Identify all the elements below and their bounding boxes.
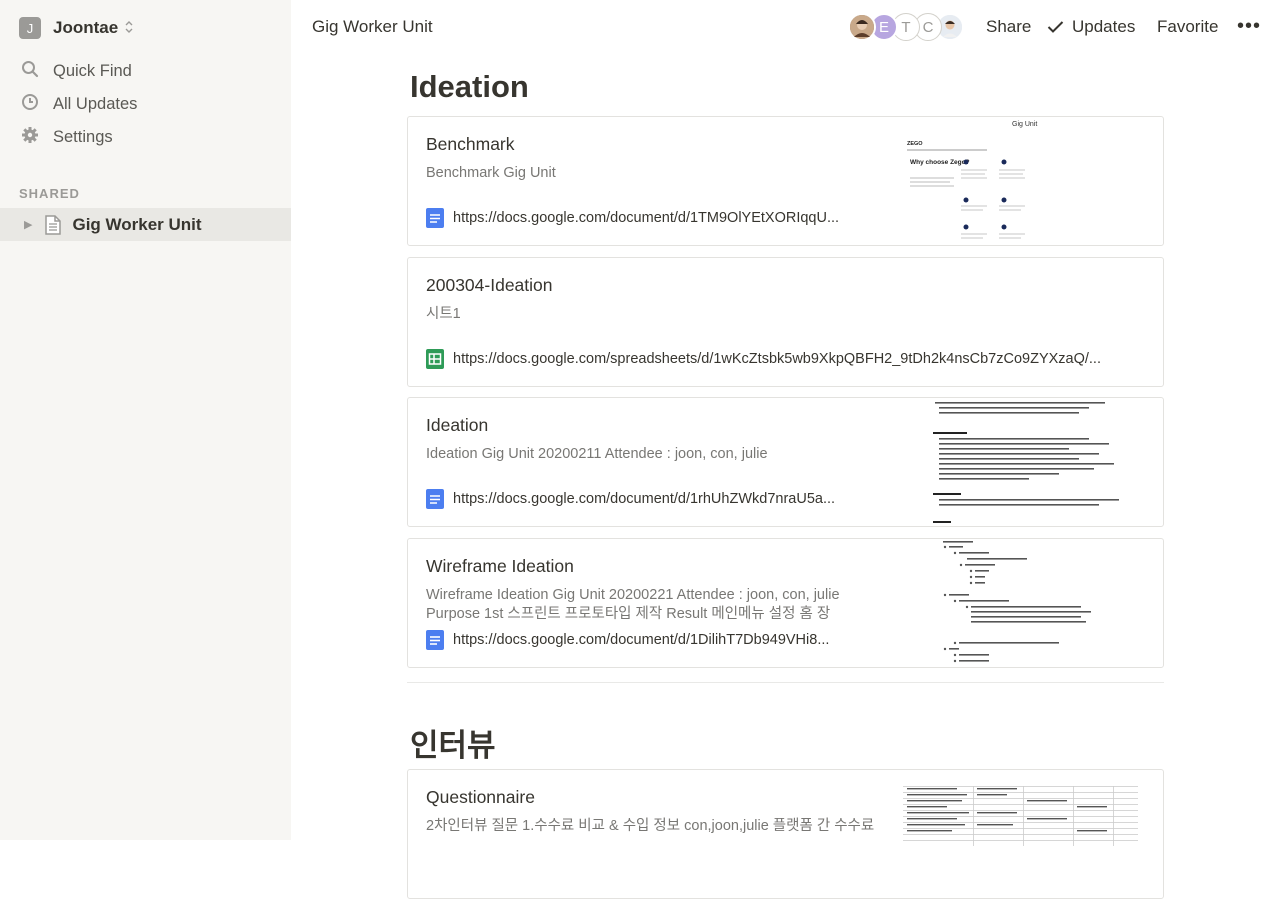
card-subtitle: 2차인터뷰 질문 1.수수료 비교 & 수입 정보 con,joon,julie… xyxy=(426,818,875,834)
breadcrumb[interactable]: Gig Worker Unit xyxy=(312,17,433,37)
section-heading-ideation: Ideation xyxy=(410,69,529,104)
updates-button[interactable]: Updates xyxy=(1047,17,1135,37)
card-subtitle: 시트1 xyxy=(426,306,461,322)
nav-label: Quick Find xyxy=(53,61,132,80)
chevron-updown-icon xyxy=(124,20,134,37)
document-thumbnail xyxy=(903,539,1153,667)
page-label: Gig Worker Unit xyxy=(72,214,202,234)
thumb-title: Gig Unit xyxy=(1012,121,1037,128)
sidebar-page-gig-worker-unit[interactable]: ▶ Gig Worker Unit xyxy=(0,208,291,241)
section-divider xyxy=(407,682,1164,683)
google-docs-icon xyxy=(426,208,444,228)
card-title: Questionnaire xyxy=(426,787,535,807)
nav-label: Settings xyxy=(53,127,113,146)
card-link[interactable]: https://docs.google.com/document/d/1rhUh… xyxy=(426,489,835,509)
card-link-url: https://docs.google.com/document/d/1TM9O… xyxy=(453,210,840,226)
bookmark-card-200304-ideation[interactable]: 200304-Ideation 시트1 https://docs.google.… xyxy=(407,257,1164,387)
card-title: Wireframe Ideation xyxy=(426,556,574,576)
bookmark-card-questionnaire[interactable]: Questionnaire 2차인터뷰 질문 1.수수료 비교 & 수입 정보 … xyxy=(407,769,1164,899)
workspace-name: Joontae xyxy=(53,18,119,37)
document-thumbnail xyxy=(903,770,1153,898)
google-docs-icon xyxy=(426,489,444,509)
shared-section-label: SHARED xyxy=(19,186,80,201)
favorite-button[interactable]: Favorite xyxy=(1157,17,1218,37)
card-subtitle: Ideation Gig Unit 20200211 Attendee : jo… xyxy=(426,446,768,462)
search-icon xyxy=(20,59,40,84)
document-thumbnail: Gig Unit ZEGO Why choose Zego? xyxy=(903,117,1153,245)
card-link-url: https://docs.google.com/document/d/1Dili… xyxy=(453,632,830,648)
google-docs-icon xyxy=(426,630,444,650)
page-icon xyxy=(44,214,62,235)
card-title: Ideation xyxy=(426,415,489,435)
workspace-avatar: J xyxy=(19,17,41,39)
card-link[interactable]: https://docs.google.com/document/d/1Dili… xyxy=(426,630,829,650)
card-subtitle: Wireframe Ideation Gig Unit 20200221 Att… xyxy=(426,587,840,622)
card-link[interactable]: https://docs.google.com/spreadsheets/d/1… xyxy=(426,349,1101,369)
nav-all-updates[interactable]: All Updates xyxy=(20,92,137,116)
sidebar: J Joontae Quick Find All Updates Setting… xyxy=(0,0,291,840)
avatar-photo[interactable] xyxy=(848,13,876,41)
card-link-url: https://docs.google.com/spreadsheets/d/1… xyxy=(453,351,1101,367)
more-options-button[interactable]: ••• xyxy=(1237,15,1261,38)
bookmark-card-benchmark[interactable]: Benchmark Benchmark Gig Unit https://doc… xyxy=(407,116,1164,246)
card-link-url: https://docs.google.com/document/d/1rhUh… xyxy=(453,491,836,507)
bookmark-card-wireframe-ideation[interactable]: Wireframe Ideation Wireframe Ideation Gi… xyxy=(407,538,1164,668)
gear-icon xyxy=(20,125,40,150)
clock-icon xyxy=(20,92,40,117)
section-heading-interview: 인터뷰 xyxy=(410,728,496,763)
updates-label: Updates xyxy=(1072,17,1136,36)
card-subtitle: Benchmark Gig Unit xyxy=(426,165,556,181)
document-thumbnail xyxy=(903,398,1153,526)
thumb-brand: ZEGO xyxy=(907,141,923,147)
thumb-heading: Why choose Zego? xyxy=(910,159,970,166)
card-title: Benchmark xyxy=(426,134,515,154)
bookmark-card-ideation[interactable]: Ideation Ideation Gig Unit 20200211 Atte… xyxy=(407,397,1164,527)
nav-label: All Updates xyxy=(53,94,138,113)
share-button[interactable]: Share xyxy=(986,17,1031,37)
workspace-switcher[interactable]: J Joontae xyxy=(19,17,134,39)
card-title: 200304-Ideation xyxy=(426,275,553,295)
collaborator-avatars[interactable]: E T C xyxy=(848,13,966,41)
google-sheets-icon xyxy=(426,349,444,369)
nav-quick-find[interactable]: Quick Find xyxy=(20,59,132,83)
card-link[interactable]: https://docs.google.com/document/d/1TM9O… xyxy=(426,208,839,228)
expand-triangle-icon[interactable]: ▶ xyxy=(24,218,32,231)
check-icon xyxy=(1047,20,1064,34)
nav-settings[interactable]: Settings xyxy=(20,125,113,149)
